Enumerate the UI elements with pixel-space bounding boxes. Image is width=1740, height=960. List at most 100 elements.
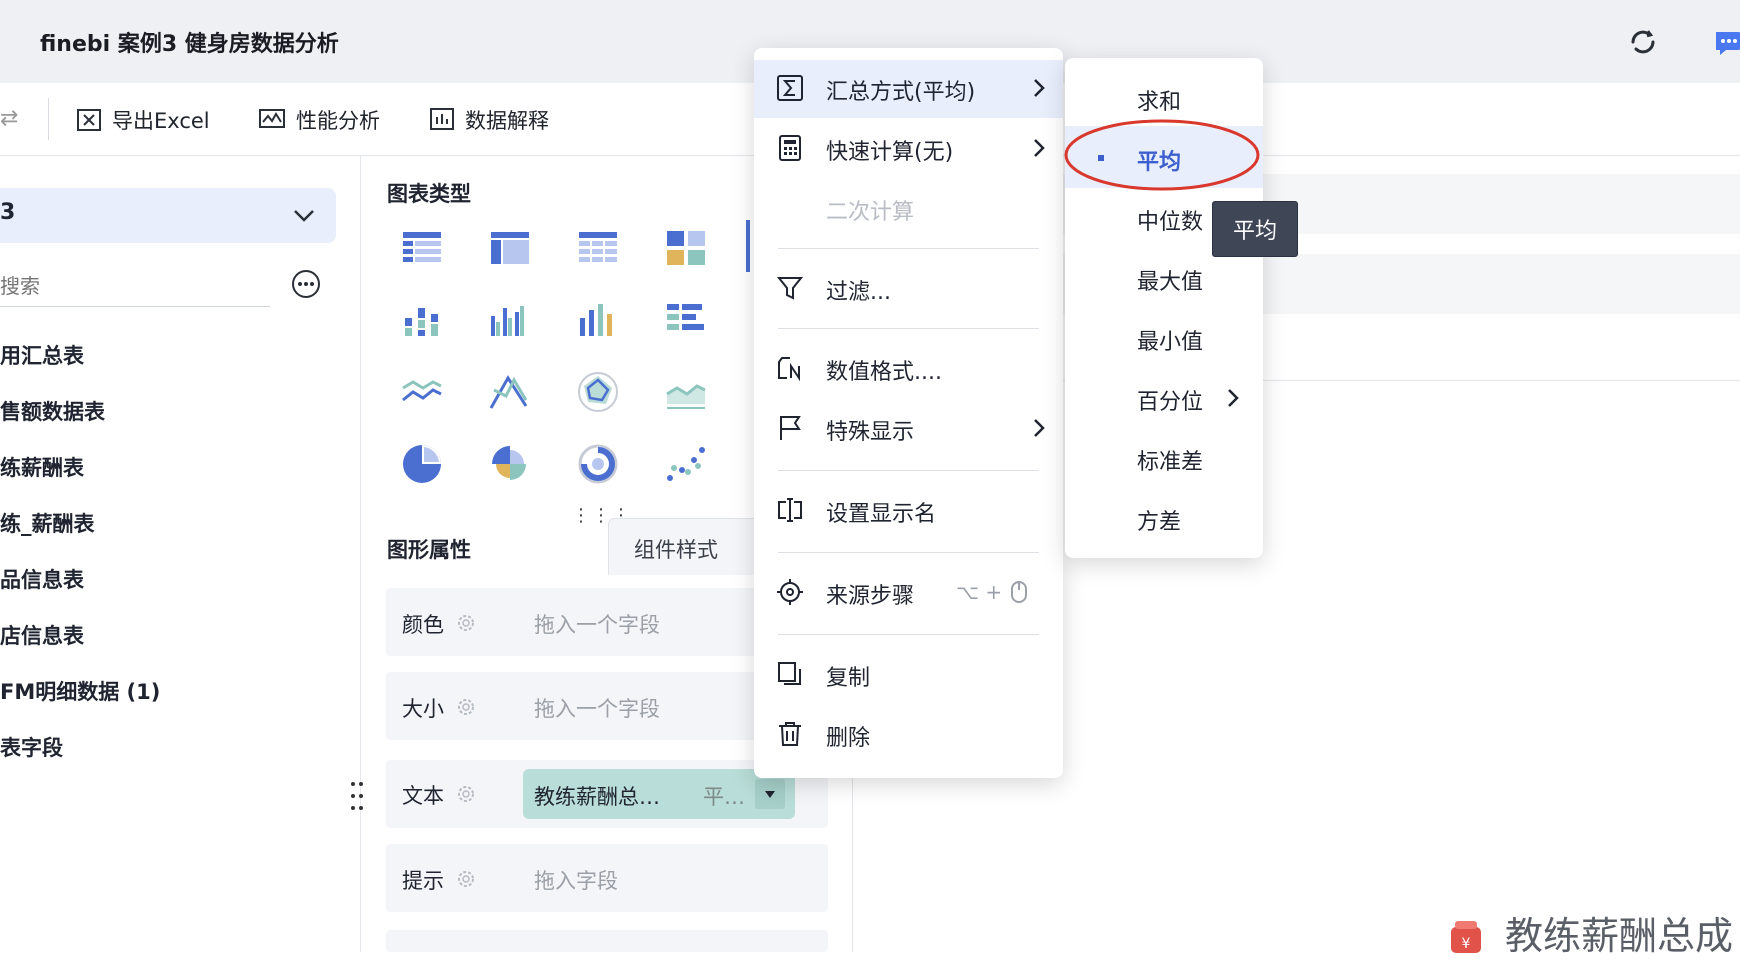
export-excel-button[interactable]: 导出Excel xyxy=(76,103,210,137)
size-field-placeholder[interactable]: 拖入一个字段 xyxy=(534,693,660,723)
column-chart-icon[interactable] xyxy=(576,298,620,342)
text-property-label: 文本 xyxy=(402,784,444,808)
money-bag-icon: ¥ xyxy=(1451,921,1481,953)
search-input[interactable] xyxy=(0,266,270,307)
chat-icon[interactable] xyxy=(1712,26,1740,58)
chevron-right-icon xyxy=(1034,419,1045,437)
calculator-icon xyxy=(779,135,801,161)
submenu-item-max[interactable]: 最大值 xyxy=(1137,264,1203,296)
dataset-select-value: 3 xyxy=(0,200,16,225)
color-field-placeholder[interactable]: 拖入一个字段 xyxy=(534,609,660,639)
mouse-icon xyxy=(1011,581,1027,603)
grouped-bar-icon[interactable] xyxy=(488,298,532,342)
stacked-bar-icon[interactable] xyxy=(400,298,444,342)
drag-handle-icon[interactable] xyxy=(350,780,364,812)
rename-icon xyxy=(778,498,802,522)
menu-separator xyxy=(778,328,1039,329)
chevron-down-icon[interactable] xyxy=(292,205,316,225)
dataset-item[interactable]: 练薪酬表 xyxy=(0,452,84,482)
field-pill-aggregation: 平… xyxy=(703,785,745,809)
submenu-item-variance[interactable]: 方差 xyxy=(1137,504,1181,536)
toolbar-divider xyxy=(48,98,49,140)
annotation-ellipse xyxy=(1064,119,1260,191)
menu-separator xyxy=(778,470,1039,471)
submenu-item-sum[interactable]: 求和 xyxy=(1137,84,1181,116)
field-dropdown-button[interactable] xyxy=(755,779,785,809)
menu-item-rename-label: 设置显示名 xyxy=(826,502,937,527)
chevron-right-icon xyxy=(1034,79,1045,97)
copy-icon xyxy=(778,662,801,685)
sigma-icon xyxy=(777,75,803,101)
data-explain-icon xyxy=(430,108,454,130)
gear-icon[interactable] xyxy=(456,613,476,633)
color-property-label: 颜色 xyxy=(402,613,444,637)
table-chart-icon[interactable] xyxy=(400,226,444,270)
radar-chart-icon[interactable] xyxy=(576,370,620,414)
bar-chart-icon[interactable] xyxy=(664,298,708,342)
trash-icon xyxy=(779,722,801,746)
chart-type-label: 图表类型 xyxy=(387,182,471,206)
menu-item-aggregation-label: 汇总方式(平均) xyxy=(826,80,976,105)
ring-chart-icon[interactable] xyxy=(576,442,620,486)
dataset-item[interactable]: 售额数据表 xyxy=(0,396,105,426)
submenu-item-median[interactable]: 中位数 xyxy=(1137,204,1203,236)
tooltip-property-label: 提示 xyxy=(402,869,444,893)
menu-separator xyxy=(778,634,1039,635)
cross-table-icon[interactable] xyxy=(488,226,532,270)
field-pill-name: 教练薪酬总… xyxy=(534,785,660,809)
data-explain-button[interactable]: 数据解释 xyxy=(429,103,549,137)
caret-down-icon xyxy=(765,791,775,798)
detail-table-icon[interactable] xyxy=(576,226,620,270)
dataset-item[interactable]: 表字段 xyxy=(0,732,63,762)
dataset-item[interactable]: 品信息表 xyxy=(0,564,84,594)
gear-icon[interactable] xyxy=(456,697,476,717)
scatter-chart-icon[interactable] xyxy=(664,442,708,486)
refresh-icon[interactable] xyxy=(1627,26,1659,58)
area-chart-icon[interactable] xyxy=(664,370,708,414)
dataset-item[interactable]: 练_薪酬表 xyxy=(0,508,95,538)
target-icon xyxy=(777,579,803,605)
line-chart-icon[interactable] xyxy=(400,370,444,414)
tab-graph-properties[interactable]: 图形属性 xyxy=(387,534,471,564)
redo-icon[interactable]: ⇄ xyxy=(0,106,18,131)
menu-item-copy-label: 复制 xyxy=(826,666,871,691)
dataset-item[interactable]: 店信息表 xyxy=(0,620,84,650)
chevron-right-icon xyxy=(1228,389,1239,407)
tab-component-style[interactable]: 组件样式 xyxy=(634,534,718,564)
data-explain-label: 数据解释 xyxy=(465,109,549,133)
dataset-item[interactable]: FM明细数据 (1) xyxy=(0,676,160,706)
more-icon[interactable] xyxy=(291,269,321,299)
menu-item-quick-calc-label: 快速计算(无) xyxy=(826,140,954,165)
submenu-item-stddev[interactable]: 标准差 xyxy=(1137,444,1203,476)
menu-item-delete-label: 删除 xyxy=(826,726,871,751)
rose-chart-icon[interactable] xyxy=(488,442,532,486)
menu-item-special-display-label: 特殊显示 xyxy=(826,420,915,445)
number-format-icon xyxy=(778,357,800,382)
performance-label: 性能分析 xyxy=(296,109,380,133)
pie-chart-icon[interactable] xyxy=(400,442,444,486)
chevron-right-icon xyxy=(1034,139,1045,157)
menu-item-secondary-calc: 二次计算 xyxy=(826,200,915,225)
tooltip: 平均 xyxy=(1212,201,1298,257)
svg-text:¥: ¥ xyxy=(1462,936,1471,952)
menu-separator xyxy=(778,248,1039,249)
kpi-card-icon[interactable] xyxy=(664,226,708,270)
performance-icon xyxy=(259,109,285,128)
submenu-item-percentile[interactable]: 百分位 xyxy=(1137,384,1203,416)
gear-icon[interactable] xyxy=(456,784,476,804)
filter-icon xyxy=(776,277,804,300)
dataset-select[interactable] xyxy=(0,188,336,243)
submenu-item-min[interactable]: 最小值 xyxy=(1137,324,1203,356)
dataset-item[interactable]: 用汇总表 xyxy=(0,340,84,370)
multi-line-icon[interactable] xyxy=(488,370,532,414)
performance-button[interactable]: 性能分析 xyxy=(258,103,380,137)
export-excel-label: 导出Excel xyxy=(112,109,210,133)
excel-icon xyxy=(77,109,101,131)
flag-icon xyxy=(780,416,801,440)
tooltip-field-placeholder[interactable]: 拖入字段 xyxy=(534,865,618,895)
size-property-label: 大小 xyxy=(402,697,444,721)
gear-icon[interactable] xyxy=(456,869,476,889)
app-title: finebi 案例3 健身房数据分析 xyxy=(40,32,339,57)
next-property-row[interactable] xyxy=(386,930,828,952)
source-step-shortcut: ⌥ + xyxy=(956,580,1003,604)
